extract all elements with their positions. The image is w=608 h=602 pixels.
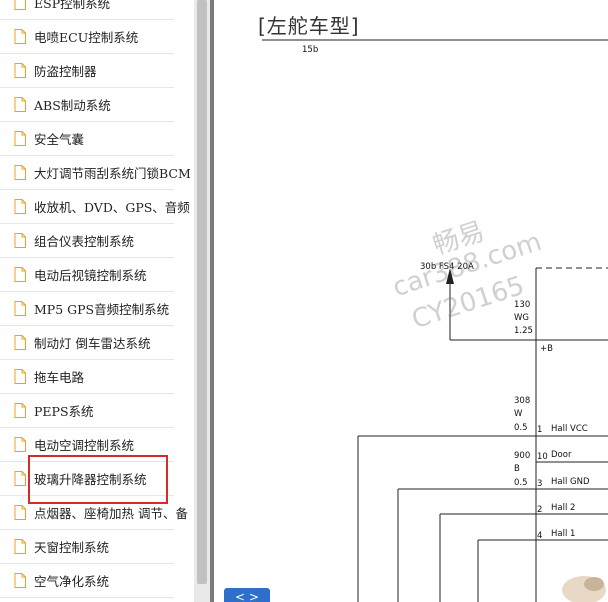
signal-label: Hall 2 [551,503,576,513]
sidebar-item[interactable]: 组合仪表控制系统 [0,224,174,258]
sidebar-item-label: 组合仪表控制系统 [34,234,135,249]
sidebar-item-label: 安全气囊 [34,132,85,147]
sidebar-item[interactable]: 拖车电路 [0,360,174,394]
sidebar-item[interactable]: ABS制动系统 [0,88,174,122]
sidebar-item[interactable]: 安全气囊 [0,122,174,156]
sidebar-item-label: 收放机、DVD、GPS、音频 [34,200,190,215]
plus-b-label: +B [540,344,553,354]
diagram-lines [262,39,608,602]
document-icon [14,505,26,520]
sidebar-item[interactable]: 点烟器、座椅加热 调节、备 [0,496,188,530]
signal-label: Hall VCC [551,424,588,434]
document-icon [14,0,26,10]
wire-gauge: 1.25 [514,326,533,336]
wiring-diagram: [左舵车型] 15b 30b FS4 20A 130 WG 1.25 +B 30… [214,0,608,602]
pin-number: 10 [537,452,548,462]
sidebar-item[interactable]: 电动后视镜控制系统 [0,258,174,292]
scrollbar-thumb[interactable] [197,0,207,584]
wire-color: WG [514,313,529,323]
wire-color: W [514,409,523,419]
pin-number: 1 [537,425,543,435]
document-icon [14,573,26,588]
sidebar-item[interactable]: MP5 GPS音频控制系统 [0,292,174,326]
sidebar-item[interactable]: 防盗控制器 [0,54,174,88]
sidebar-item-label: 电动空调控制系统 [34,438,135,453]
sidebar-item-label: ABS制动系统 [34,98,111,113]
wire-code: 308 [514,396,531,406]
sidebar-item-label: 玻璃升降器控制系统 [34,472,147,487]
document-icon [14,539,26,554]
sidebar-item-label: 拖车电路 [34,370,85,385]
document-icon [14,97,26,112]
wire-color: B [514,464,520,474]
sidebar-item-label: 大灯调节雨刮系统门锁BCM [34,166,191,181]
sidebar-item-label: 电喷ECU控制系统 [34,30,139,45]
document-icon [14,63,26,78]
document-icon [14,301,26,316]
sidebar-item[interactable]: 收放机、DVD、GPS、音频 [0,190,190,224]
document-icon [14,471,26,486]
document-icon [14,165,26,180]
sidebar-item[interactable]: 电喷ECU控制系统 [0,20,174,54]
pin-number: 2 [537,505,543,515]
sidebar-scrollbar[interactable] [194,0,210,602]
document-icon [14,199,26,214]
pin-number: 4 [537,531,543,541]
sidebar-nav: ESP控制系统电喷ECU控制系统 防盗控制器 ABS制动系统 安全气囊大灯调节雨刮系统… [0,0,194,602]
document-icon [14,335,26,350]
document-icon [14,131,26,146]
sidebar-item-label: 点烟器、座椅加热 调节、备 [34,506,188,521]
sidebar-item-label: 制动灯 倒车雷达系统 [34,336,151,351]
sidebar-item-label: ESP控制系统 [34,0,111,11]
sidebar-item[interactable]: 空气净化系统 [0,564,174,598]
wire-gauge: 0.5 [514,478,528,488]
signal-label: Hall GND [551,477,590,487]
pin-number: 3 [537,479,543,489]
document-icon [14,403,26,418]
sidebar-item[interactable]: 大灯调节雨刮系统门锁BCM [0,156,191,190]
signal-label: Door [551,450,572,460]
sidebar-item-label: 空气净化系统 [34,574,110,589]
page-nav-button[interactable]: < > [224,588,270,602]
sidebar-item-label: MP5 GPS音频控制系统 [34,302,170,317]
sidebar-item[interactable]: 制动灯 倒车雷达系统 [0,326,174,360]
wire-gauge: 0.5 [514,423,528,433]
document-icon [14,437,26,452]
wire-code: 900 [514,451,531,461]
sidebar-item[interactable]: PEPS系统 [0,394,174,428]
sidebar-item[interactable]: 玻璃升降器控制系统 [0,462,174,496]
sidebar-item[interactable]: 天窗控制系统 [0,530,174,564]
sidebar-item-label: 天窗控制系统 [34,540,110,555]
sidebar-item[interactable]: 电动空调控制系统 [0,428,174,462]
bus-label: 15b [302,45,319,55]
sidebar-item-label: 电动后视镜控制系统 [34,268,147,283]
document-icon [14,267,26,282]
sidebar-item[interactable]: ESP控制系统 [0,0,174,20]
document-icon [14,369,26,384]
sidebar-item-label: 防盗控制器 [34,64,97,79]
document-icon [14,29,26,44]
document-icon [14,233,26,248]
signal-label: Hall 1 [551,529,576,539]
sidebar-item-label: PEPS系统 [34,404,94,419]
